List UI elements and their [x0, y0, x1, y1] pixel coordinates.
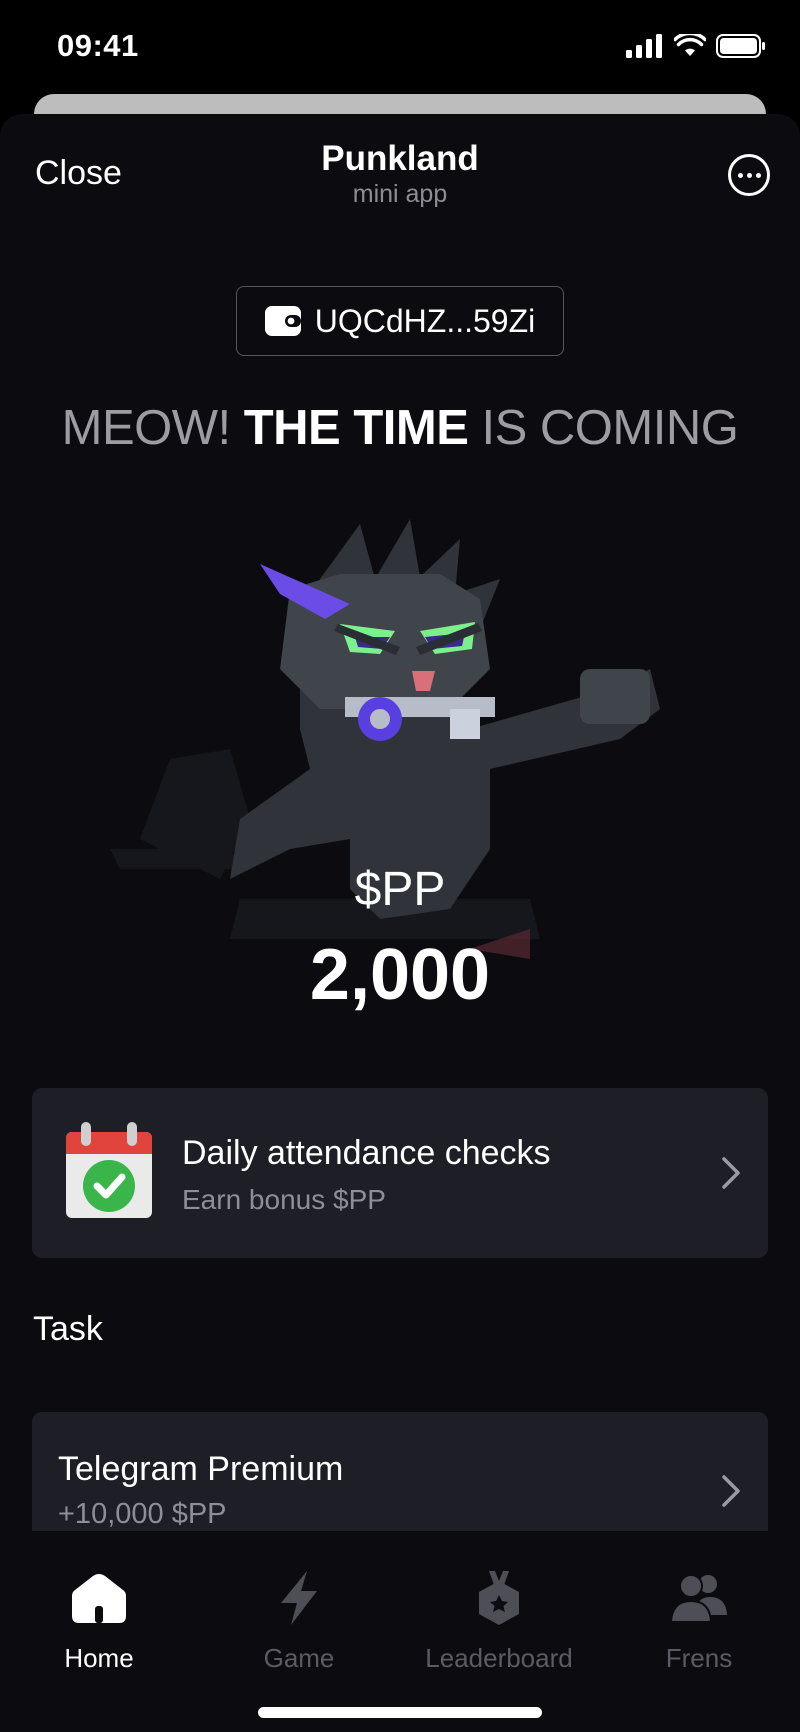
app-subtitle: mini app [352, 180, 448, 208]
headline-part3: IS COMING [468, 401, 739, 455]
status-time: 09:41 [57, 28, 139, 63]
tab-leaderboard-label: Leaderboard [425, 1643, 573, 1673]
tab-game[interactable]: Game [209, 1565, 389, 1674]
signal-icon [626, 34, 662, 58]
status-bar: 09:41 [0, 0, 800, 100]
header-title-block: Punkland mini app [0, 138, 800, 208]
tab-frens[interactable]: Frens [609, 1565, 789, 1674]
wifi-icon [674, 34, 706, 56]
wallet-address-chip[interactable]: UQCdHZ...59Zi [236, 286, 564, 356]
token-label: $PP [354, 863, 446, 916]
task-reward: +10,000 $PP [58, 1498, 227, 1530]
medal-icon [479, 1571, 519, 1625]
tab-leaderboard[interactable]: Leaderboard [409, 1565, 589, 1674]
tab-home-label: Home [64, 1643, 134, 1673]
tab-home[interactable]: Home [9, 1565, 189, 1674]
home-icon [72, 1574, 126, 1623]
bottom-tab-bar: Home Game Leaderboard Frens [0, 1531, 800, 1732]
more-dot [737, 172, 743, 178]
task-title: Telegram Premium [58, 1450, 344, 1488]
more-options-button[interactable] [728, 154, 770, 196]
battery-icon [716, 34, 765, 58]
friends-icon [670, 1574, 727, 1623]
task-section-heading: Task [33, 1310, 103, 1348]
app-title: Punkland [321, 139, 479, 178]
more-dot [755, 172, 761, 178]
headline: MEOW! THE TIME IS COMING [0, 400, 800, 456]
calendar-check-icon [66, 1122, 152, 1218]
balance-amount: 2,000 [309, 935, 491, 1015]
tab-frens-label: Frens [665, 1643, 733, 1673]
mini-app-sheet: Close Punkland mini app UQCdHZ...59Zi ME… [0, 114, 800, 1732]
status-icons [626, 34, 766, 58]
wallet-icon [264, 306, 301, 336]
daily-attendance-subtitle: Earn bonus $PP [182, 1184, 386, 1215]
wallet-address: UQCdHZ...59Zi [314, 302, 536, 339]
daily-attendance-title: Daily attendance checks [182, 1134, 551, 1172]
tab-game-label: Game [263, 1643, 335, 1673]
lightning-icon [281, 1571, 317, 1625]
more-dot [746, 172, 752, 178]
chevron-right-icon [722, 1475, 740, 1507]
chevron-right-icon [722, 1157, 740, 1189]
headline-part1: MEOW! [61, 401, 244, 455]
home-indicator [258, 1707, 542, 1718]
headline-highlight: THE TIME [243, 401, 469, 455]
daily-attendance-card[interactable]: Daily attendance checks Earn bonus $PP [32, 1088, 768, 1258]
